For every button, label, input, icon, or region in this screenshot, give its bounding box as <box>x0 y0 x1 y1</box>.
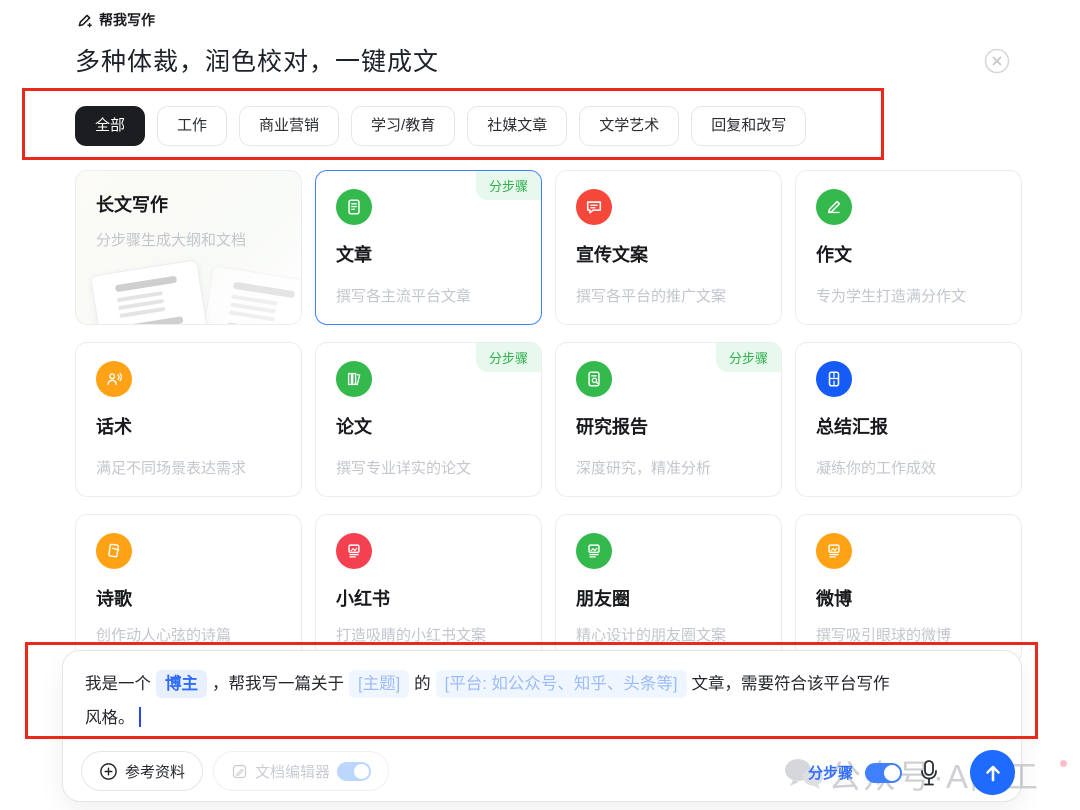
card-title: 文章 <box>336 245 372 265</box>
topic-placeholder-chip[interactable]: [主题] <box>349 670 410 698</box>
prompt-line2: 风格。 <box>85 701 1007 735</box>
person-voice-icon <box>96 361 132 397</box>
step-mode-label: 分步骤 <box>808 765 854 782</box>
role-chip[interactable]: 博主 <box>156 670 207 698</box>
article-doc-icon <box>336 189 372 225</box>
card-subtitle: 撰写各平台的推广文案 <box>576 288 727 305</box>
image-post-icon <box>336 533 372 569</box>
card-weibo[interactable]: 微博 撰写吸引眼球的微博 <box>795 514 1022 664</box>
pencil-icon <box>816 189 852 225</box>
step-mode-toggle[interactable] <box>865 762 903 783</box>
card-title: 话术 <box>96 417 132 437</box>
card-title: 论文 <box>336 417 372 437</box>
tab-marketing[interactable]: 商业营销 <box>239 106 340 146</box>
card-subtitle: 精心设计的朋友圈文案 <box>576 627 727 644</box>
doc-editor-label: 文档编辑器 <box>255 763 331 781</box>
close-icon[interactable] <box>984 48 1010 74</box>
card-subtitle: 撰写各主流平台文章 <box>336 288 472 305</box>
report-doc-icon <box>816 361 852 397</box>
prompt-text[interactable]: 我是一个 博主 ，帮我写一篇关于 [主题] 的 [平台: 如公众号、知乎、头条等] 文章，需… <box>85 667 1007 735</box>
card-subtitle: 打造吸睛的小红书文案 <box>336 627 487 644</box>
prompt-segment: 的 <box>414 675 431 693</box>
card-poetry[interactable]: 诗歌 创作动人心弦的诗篇 <box>75 514 302 664</box>
tab-education[interactable]: 学习/教育 <box>351 106 456 146</box>
app-header: 帮我写作 <box>76 10 155 30</box>
card-subtitle: 撰写专业详实的论文 <box>336 460 472 477</box>
card-title: 小红书 <box>336 589 390 609</box>
card-subtitle: 深度研究，精准分析 <box>576 460 712 477</box>
document-stack-illustration <box>90 259 214 324</box>
category-tab-bar: 全部 工作 商业营销 学习/教育 社媒文章 文学艺术 回复和改写 <box>75 106 807 146</box>
doc-magnifier-icon <box>576 361 612 397</box>
reference-material-label: 参考资料 <box>125 763 186 781</box>
prompt-segment: 我是一个 <box>85 675 151 693</box>
card-long-form-writing[interactable]: 长文写作 分步骤生成大纲和文档 <box>75 170 302 325</box>
card-xiaohongshu[interactable]: 小红书 打造吸睛的小红书文案 <box>315 514 542 664</box>
reference-material-button[interactable]: 参考资料 <box>81 751 204 791</box>
microphone-icon[interactable] <box>914 756 944 790</box>
card-essay[interactable]: 作文 专为学生打造满分作文 <box>795 170 1022 325</box>
step-badge: 分步骤 <box>475 343 541 372</box>
step-badge: 分步骤 <box>715 343 781 372</box>
card-talking-script[interactable]: 话术 满足不同场景表达需求 <box>75 342 302 497</box>
step-badge: 分步骤 <box>475 171 541 200</box>
card-title: 作文 <box>816 245 852 265</box>
card-title: 长文写作 <box>96 195 168 215</box>
tab-reply-rewrite[interactable]: 回复和改写 <box>691 106 807 146</box>
platform-placeholder-chip[interactable]: [平台: 如公众号、知乎、头条等] <box>435 670 687 698</box>
card-subtitle: 撰写吸引眼球的微博 <box>816 627 952 644</box>
card-subtitle: 满足不同场景表达需求 <box>96 460 247 477</box>
tab-social-media[interactable]: 社媒文章 <box>467 106 568 146</box>
prompt-segment: 风格。 <box>85 709 135 727</box>
tab-work[interactable]: 工作 <box>157 106 228 146</box>
poem-book-icon <box>96 533 132 569</box>
composer-toolbar-left: 参考资料 文档编辑器 <box>81 751 390 791</box>
send-button[interactable] <box>970 750 1016 795</box>
tab-literature[interactable]: 文学艺术 <box>579 106 680 146</box>
books-icon <box>336 361 372 397</box>
doc-edit-icon <box>232 764 247 778</box>
document-stack-illustration <box>196 265 301 324</box>
card-promo-copy[interactable]: 宣传文案 撰写各平台的推广文案 <box>555 170 782 325</box>
page-title: 多种体裁，润色校对，一键成文 <box>75 48 440 76</box>
composer-toolbar-right: 分步骤 <box>808 750 1016 795</box>
card-moments[interactable]: 朋友圈 精心设计的朋友圈文案 <box>555 514 782 664</box>
help-me-write-panel: 帮我写作 多种体裁，润色校对，一键成文 全部 工作 商业营销 学习/教育 社媒文… <box>0 0 1080 810</box>
card-title: 诗歌 <box>96 589 132 609</box>
image-post-icon <box>816 533 852 569</box>
card-subtitle: 创作动人心弦的诗篇 <box>96 627 232 644</box>
writing-type-grid: 长文写作 分步骤生成大纲和文档 分步骤 文章 撰写各主流平台文章 宣传文案 撰写… <box>75 170 1022 664</box>
circle-plus-icon <box>100 762 117 780</box>
card-subtitle: 分步骤生成大纲和文档 <box>96 232 247 249</box>
card-article[interactable]: 分步骤 文章 撰写各主流平台文章 <box>315 170 542 325</box>
prompt-segment: ，帮我写一篇关于 <box>212 675 344 693</box>
card-title: 微博 <box>816 589 852 609</box>
app-title: 帮我写作 <box>99 12 155 28</box>
pencil-plus-icon <box>78 14 92 27</box>
card-subtitle: 专为学生打造满分作文 <box>816 288 967 305</box>
watermark-dot <box>1060 760 1067 767</box>
card-title: 总结汇报 <box>816 417 888 437</box>
card-research-report[interactable]: 分步骤 研究报告 深度研究，精准分析 <box>555 342 782 497</box>
card-title: 研究报告 <box>576 417 648 437</box>
card-title: 朋友圈 <box>576 589 630 609</box>
card-subtitle: 凝练你的工作成效 <box>816 460 937 477</box>
text-cursor <box>138 707 141 727</box>
image-post-icon <box>576 533 612 569</box>
doc-editor-button[interactable]: 文档编辑器 <box>213 751 390 791</box>
doc-editor-toggle[interactable] <box>337 761 372 781</box>
prompt-segment: 文章，需要符合该平台写作 <box>691 675 890 693</box>
speech-bubble-icon <box>576 189 612 225</box>
tab-all[interactable]: 全部 <box>75 106 146 146</box>
card-summary-report[interactable]: 总结汇报 凝练你的工作成效 <box>795 342 1022 497</box>
card-thesis[interactable]: 分步骤 论文 撰写专业详实的论文 <box>315 342 542 497</box>
card-title: 宣传文案 <box>576 245 648 265</box>
